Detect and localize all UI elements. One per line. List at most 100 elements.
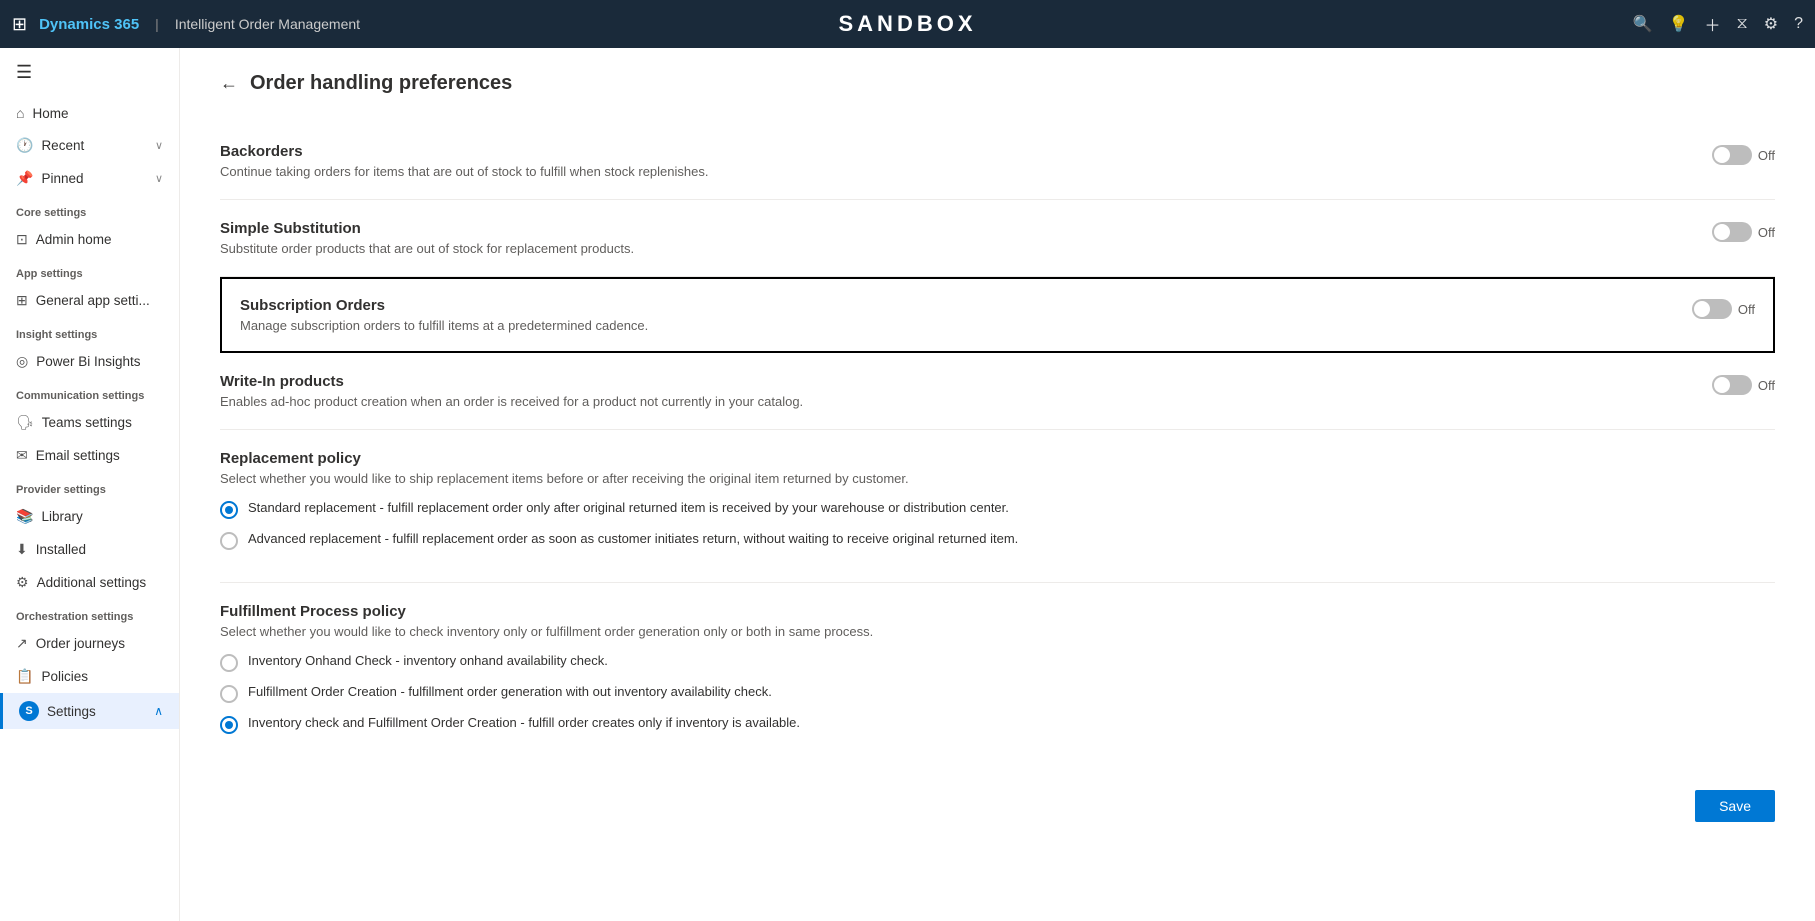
page-title: Order handling preferences [250,72,512,95]
backorders-setting: Backorders Continue taking orders for it… [220,123,1775,200]
chevron-down-icon: ∨ [155,139,163,152]
fulfillment-policy-desc: Select whether you would like to check i… [220,624,1775,639]
sub-orders-left: Subscription Orders Manage subscription … [240,297,1652,333]
backorders-left: Backorders Continue taking orders for it… [220,143,1672,179]
sub-orders-toggle-label: Off [1738,302,1755,317]
sidebar-item-additional[interactable]: ⚙ Additional settings [0,566,179,599]
sidebar-library-label: Library [41,509,82,524]
settings-icon[interactable]: ⚙ [1764,14,1778,34]
sidebar-item-email[interactable]: ✉ Email settings [0,439,179,472]
section-communication-settings: Communication settings [0,378,179,406]
radio-standard-label: Standard replacement - fulfill replaceme… [248,500,1009,515]
plus-icon[interactable]: ＋ [1705,12,1721,36]
filter-icon[interactable]: ⧖ [1737,15,1748,33]
search-icon[interactable]: 🔍 [1633,14,1653,34]
top-bar: ⊞ Dynamics 365 | Intelligent Order Manag… [0,0,1815,48]
sidebar-item-recent[interactable]: 🕐 Recent ∨ [0,129,179,162]
top-bar-icons: 🔍 💡 ＋ ⧖ ⚙ ? [1633,12,1803,36]
sub-orders-toggle-area: Off [1652,297,1755,319]
simple-substitution-setting: Simple Substitution Substitute order pro… [220,200,1775,277]
radio-inventory-check-and-fulfillment[interactable] [220,716,238,734]
recent-icon: 🕐 [16,137,33,154]
sidebar-item-settings-active[interactable]: S Settings ∧ [0,693,179,729]
fulfillment-policy-section: Fulfillment Process policy Select whethe… [220,583,1775,766]
radio-fulfillment-order-creation[interactable] [220,685,238,703]
write-in-toggle[interactable] [1712,375,1752,395]
subscription-orders-setting: Subscription Orders Manage subscription … [220,277,1775,353]
top-bar-separator: | [155,16,159,32]
sidebar-policies-label: Policies [41,669,88,684]
additional-settings-icon: ⚙ [16,574,29,591]
sidebar-order-journeys-label: Order journeys [36,636,125,651]
sidebar-item-teams[interactable]: 🗣 Teams settings [0,406,179,439]
write-in-title: Write-In products [220,373,1672,390]
write-in-desc: Enables ad-hoc product creation when an … [220,394,1672,409]
sidebar-item-policies[interactable]: 📋 Policies [0,660,179,693]
sub-orders-title: Subscription Orders [240,297,1652,314]
simple-sub-left: Simple Substitution Substitute order pro… [220,220,1672,256]
settings-s-icon: S [19,701,39,721]
backorders-toggle[interactable] [1712,145,1752,165]
simple-sub-toggle[interactable] [1712,222,1752,242]
sidebar-item-power-bi[interactable]: ◎ Power Bi Insights [0,345,179,378]
save-area: Save [220,766,1775,822]
section-app-settings: App settings [0,256,179,284]
fulfillment-policy-title: Fulfillment Process policy [220,603,1775,620]
sidebar: ☰ ⌂ Home 🕐 Recent ∨ 📌 Pinned ∨ Core sett… [0,48,180,921]
sidebar-item-pinned[interactable]: 📌 Pinned ∨ [0,162,179,195]
radio-fulfillment-order-creation-label: Fulfillment Order Creation - fulfillment… [248,684,772,699]
radio-standard-replacement[interactable] [220,501,238,519]
backorders-title: Backorders [220,143,1672,160]
app-name[interactable]: Dynamics 365 [39,16,139,33]
write-in-left: Write-In products Enables ad-hoc product… [220,373,1672,409]
replacement-option-advanced: Advanced replacement - fulfill replaceme… [220,531,1775,550]
back-button[interactable]: ← [220,73,238,94]
fulfillment-option-inventory-onhand: Inventory Onhand Check - inventory onhan… [220,653,1775,672]
write-in-products-setting: Write-In products Enables ad-hoc product… [220,353,1775,430]
sidebar-item-order-journeys[interactable]: ↗ Order journeys [0,627,179,660]
sidebar-settings-label: Settings [47,704,96,719]
sidebar-email-label: Email settings [36,448,120,463]
hamburger-menu[interactable]: ☰ [0,48,179,97]
radio-advanced-replacement[interactable] [220,532,238,550]
sub-orders-toggle[interactable] [1692,299,1732,319]
module-name: Intelligent Order Management [175,16,360,32]
sidebar-item-admin-home[interactable]: ⊡ Admin home [0,223,179,256]
sidebar-pinned-label: Pinned [41,171,83,186]
policies-icon: 📋 [16,668,33,685]
replacement-policy-title: Replacement policy [220,450,1775,467]
teams-icon: 🗣 [16,414,34,431]
sidebar-item-library[interactable]: 📚 Library [0,500,179,533]
library-icon: 📚 [16,508,33,525]
sidebar-admin-home-label: Admin home [36,232,112,247]
sidebar-item-general-app[interactable]: ⊞ General app setti... [0,284,179,317]
installed-icon: ⬇ [16,541,28,558]
simple-sub-toggle-label: Off [1758,225,1775,240]
backorders-toggle-label: Off [1758,148,1775,163]
sidebar-teams-label: Teams settings [42,415,132,430]
write-in-toggle-wrap: Off [1712,375,1775,395]
waffle-icon[interactable]: ⊞ [12,14,27,35]
simple-sub-title: Simple Substitution [220,220,1672,237]
section-orchestration-settings: Orchestration settings [0,599,179,627]
sandbox-label: SANDBOX [838,11,976,37]
help-icon[interactable]: ? [1794,15,1803,33]
pin-icon: 📌 [16,170,33,187]
home-icon: ⌂ [16,105,24,121]
radio-inventory-check-label: Inventory check and Fulfillment Order Cr… [248,715,800,730]
sidebar-home-label: Home [32,106,68,121]
radio-advanced-label: Advanced replacement - fulfill replaceme… [248,531,1018,546]
sidebar-additional-label: Additional settings [37,575,147,590]
lightbulb-icon[interactable]: 💡 [1669,14,1689,34]
section-core-settings: Core settings [0,195,179,223]
order-journeys-icon: ↗ [16,635,28,652]
sidebar-item-installed[interactable]: ⬇ Installed [0,533,179,566]
sub-orders-desc: Manage subscription orders to fulfill it… [240,318,1652,333]
admin-home-icon: ⊡ [16,231,28,248]
section-insight-settings: Insight settings [0,317,179,345]
sidebar-item-home[interactable]: ⌂ Home [0,97,179,129]
radio-inventory-onhand[interactable] [220,654,238,672]
save-button[interactable]: Save [1695,790,1775,822]
chevron-down-icon-2: ∨ [155,172,163,185]
section-provider-settings: Provider settings [0,472,179,500]
